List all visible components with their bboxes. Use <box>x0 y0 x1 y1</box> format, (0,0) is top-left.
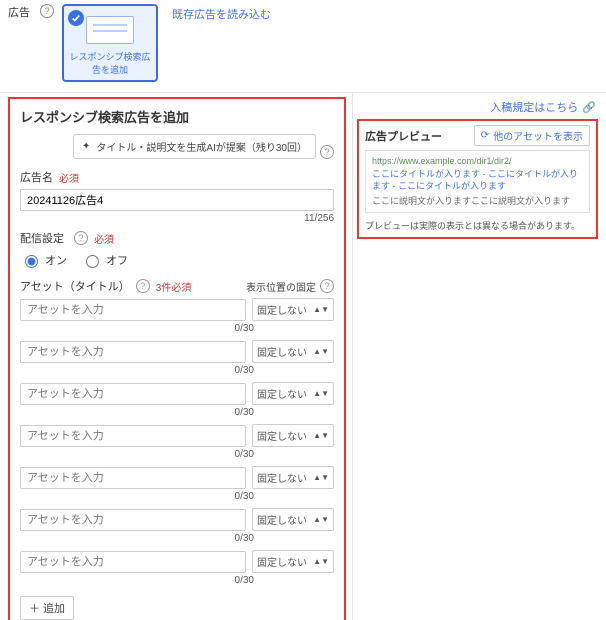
preview-note: プレビューは実際の表示とは異なる場合があります。 <box>359 217 596 237</box>
required-badge: 必須 <box>94 231 114 246</box>
spec-link[interactable]: 入稿規定はこちら🔗 <box>353 99 606 115</box>
position-label: 表示位置の固定 <box>246 279 316 294</box>
preview-title: 広告プレビュー <box>365 128 442 144</box>
sample-desc: ここに説明文が入りますここに説明文が入ります <box>372 194 583 207</box>
radio-off[interactable] <box>86 255 99 268</box>
form-column: レスポンシブ検索広告を追加 ✦ タイトル・説明文を生成AIが提案（残り30回） … <box>0 93 353 620</box>
pin-select[interactable]: 固定しない▲▼ <box>252 340 334 363</box>
radio-on[interactable] <box>25 255 38 268</box>
top-bar: 広告 ? レスポンシブ検索広告を追加 既存広告を読み込む <box>0 0 606 92</box>
highlight-form: レスポンシブ検索広告を追加 ✦ タイトル・説明文を生成AIが提案（残り30回） … <box>8 97 346 620</box>
pin-select[interactable]: 固定しない▲▼ <box>252 382 334 405</box>
asset-input[interactable] <box>20 341 246 363</box>
preview-column: 入稿規定はこちら🔗 広告プレビュー ⟳ 他のアセットを表示 https://ww… <box>353 93 606 239</box>
title-asset-row: 固定しない▲▼ <box>20 508 334 531</box>
add-asset-button[interactable]: ＋ 追加 <box>20 596 74 620</box>
show-other-assets-button[interactable]: ⟳ 他のアセットを表示 <box>474 125 590 146</box>
delivery-radio-group: オン オフ <box>20 252 334 268</box>
load-existing-link[interactable]: 既存広告を読み込む <box>172 6 271 22</box>
asset-counter: 0/30 <box>20 449 254 460</box>
sparkle-icon: ✦ <box>82 141 90 152</box>
help-icon[interactable]: ? <box>136 279 150 293</box>
asset-counter: 0/30 <box>20 323 254 334</box>
check-icon <box>68 10 84 26</box>
sample-url: https://www.example.com/dir1/dir2/ <box>372 156 583 166</box>
title-asset-row: 固定しない▲▼ <box>20 382 334 405</box>
chevron-updown-icon: ▲▼ <box>313 431 329 440</box>
asset-input[interactable] <box>20 425 246 447</box>
chevron-updown-icon: ▲▼ <box>313 473 329 482</box>
help-icon[interactable]: ? <box>40 4 54 18</box>
chevron-updown-icon: ▲▼ <box>313 305 329 314</box>
pin-select[interactable]: 固定しない▲▼ <box>252 298 334 321</box>
chevron-updown-icon: ▲▼ <box>313 515 329 524</box>
ad-name-counter: 11/256 <box>20 213 334 224</box>
asset-counter: 0/30 <box>20 407 254 418</box>
required-badge: 3件必須 <box>156 279 192 294</box>
help-icon[interactable]: ? <box>320 145 334 159</box>
chevron-updown-icon: ▲▼ <box>313 557 329 566</box>
required-badge: 必須 <box>59 170 79 185</box>
pin-select[interactable]: 固定しない▲▼ <box>252 508 334 531</box>
refresh-icon: ⟳ <box>481 130 489 141</box>
form-title: レスポンシブ検索広告を追加 <box>20 107 334 126</box>
title-asset-row: 固定しない▲▼ <box>20 340 334 363</box>
ai-suggest-button[interactable]: ✦ タイトル・説明文を生成AIが提案（残り30回） <box>73 134 316 159</box>
section-label: 広告 <box>8 4 30 20</box>
asset-input[interactable] <box>20 509 246 531</box>
highlight-preview: 広告プレビュー ⟳ 他のアセットを表示 https://www.example.… <box>357 119 598 239</box>
title-asset-row: 固定しない▲▼ <box>20 550 334 573</box>
ad-icon <box>86 16 134 44</box>
asset-title-label: アセット（タイトル） <box>20 278 130 294</box>
asset-counter: 0/30 <box>20 575 254 586</box>
asset-counter: 0/30 <box>20 533 254 544</box>
title-asset-row: 固定しない▲▼ <box>20 298 334 321</box>
ad-type-card[interactable]: レスポンシブ検索広告を追加 <box>62 4 158 82</box>
asset-input[interactable] <box>20 467 246 489</box>
delivery-label: 配信設定 <box>20 230 64 246</box>
chevron-updown-icon: ▲▼ <box>313 389 329 398</box>
delivery-off[interactable]: オフ <box>81 252 128 268</box>
ad-name-label: 広告名 <box>20 169 53 185</box>
ad-preview-sample: https://www.example.com/dir1/dir2/ ここにタイ… <box>365 150 590 213</box>
ad-type-caption: レスポンシブ検索広告を追加 <box>64 48 156 80</box>
chevron-updown-icon: ▲▼ <box>313 347 329 356</box>
title-asset-row: 固定しない▲▼ <box>20 424 334 447</box>
asset-counter: 0/30 <box>20 365 254 376</box>
asset-input[interactable] <box>20 299 246 321</box>
ad-name-input[interactable] <box>20 189 334 211</box>
asset-input[interactable] <box>20 383 246 405</box>
pin-select[interactable]: 固定しない▲▼ <box>252 424 334 447</box>
asset-counter: 0/30 <box>20 491 254 502</box>
help-icon[interactable]: ? <box>74 231 88 245</box>
external-link-icon: 🔗 <box>582 102 596 114</box>
pin-select[interactable]: 固定しない▲▼ <box>252 550 334 573</box>
sample-titles: ここにタイトルが入ります - ここにタイトルが入ります - ここにタイトルが入り… <box>372 168 583 192</box>
asset-input[interactable] <box>20 551 246 573</box>
help-icon[interactable]: ? <box>320 279 334 293</box>
delivery-on[interactable]: オン <box>20 252 67 268</box>
title-asset-row: 固定しない▲▼ <box>20 466 334 489</box>
pin-select[interactable]: 固定しない▲▼ <box>252 466 334 489</box>
